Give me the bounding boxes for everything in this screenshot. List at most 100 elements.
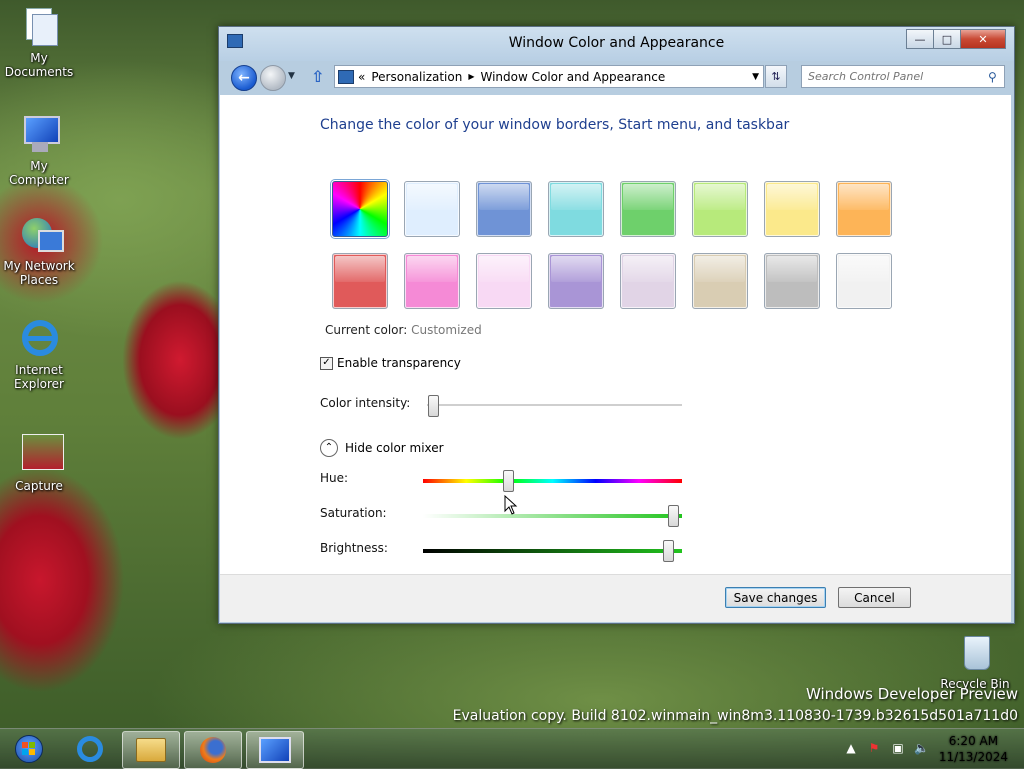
hide-color-mixer-label: Hide color mixer: [345, 441, 444, 455]
hue-label: Hue:: [320, 471, 349, 485]
color-swatch-slate[interactable]: [836, 253, 892, 309]
close-button[interactable]: ✕: [960, 29, 1006, 49]
color-swatch-sky[interactable]: [404, 181, 460, 237]
save-changes-button[interactable]: Save changes: [725, 587, 826, 608]
breadcrumb-window-color[interactable]: Window Color and Appearance: [480, 70, 665, 84]
maximize-button[interactable]: □: [933, 29, 961, 49]
search-icon[interactable]: ⚲: [988, 70, 997, 84]
desktop-icon-my-documents[interactable]: My Documents: [0, 6, 78, 79]
window-title: Window Color and Appearance: [508, 35, 725, 51]
color-swatch-leaf[interactable]: [620, 181, 676, 237]
navigation-bar: ← ▼ ⇧ « Personalization ▶ Window Color a…: [219, 61, 1014, 91]
desktop-icon-label: My Computer: [9, 159, 69, 187]
forward-button[interactable]: [260, 65, 286, 91]
taskbar-control-panel[interactable]: [246, 731, 304, 769]
desktop-icon-recycle-bin[interactable]: Recycle Bin: [936, 632, 1014, 691]
chevron-right-icon[interactable]: ▶: [468, 72, 474, 81]
back-button[interactable]: ←: [231, 65, 257, 91]
current-color: Current color: Customized: [325, 323, 482, 337]
brightness-slider-thumb[interactable]: [663, 540, 674, 562]
hue-slider-thumb[interactable]: [503, 470, 514, 492]
arrow-left-icon: ←: [238, 70, 250, 86]
desktop-icon-internet-explorer[interactable]: Internet Explorer: [0, 318, 78, 391]
firefox-icon: [200, 737, 226, 763]
color-swatch-taupe[interactable]: [692, 253, 748, 309]
color-intensity-label: Color intensity:: [320, 396, 411, 410]
taskbar-firefox[interactable]: [184, 731, 242, 769]
page-heading: Change the color of your window borders,…: [320, 117, 790, 133]
brightness-track[interactable]: [423, 549, 682, 553]
color-swatch-violet[interactable]: [548, 253, 604, 309]
breadcrumb-personalization[interactable]: Personalization: [371, 70, 462, 84]
watermark-title: Windows Developer Preview: [805, 685, 1018, 703]
search-input[interactable]: [802, 69, 988, 84]
taskbar-windows-explorer[interactable]: [122, 731, 180, 769]
address-bar[interactable]: « Personalization ▶ Window Color and App…: [334, 65, 764, 88]
cancel-button[interactable]: Cancel: [838, 587, 911, 608]
control-panel-window: Window Color and Appearance — □ ✕ ← ▼ ⇧ …: [218, 26, 1015, 624]
breadcrumb-prefix[interactable]: «: [358, 70, 365, 84]
documents-icon: [18, 6, 60, 48]
enable-transparency-checkbox[interactable]: ✓: [320, 356, 333, 370]
recycle-bin-icon: [954, 632, 996, 674]
network-icon[interactable]: ▣: [891, 741, 905, 755]
computer-icon: [18, 114, 60, 156]
desktop-icon-my-network-places[interactable]: My Network Places: [0, 214, 78, 287]
color-swatch-fuchsia[interactable]: [404, 253, 460, 309]
volume-icon[interactable]: 🔈: [914, 741, 929, 755]
color-swatch-customized[interactable]: [332, 181, 388, 237]
desktop-icon-capture[interactable]: Capture: [0, 434, 78, 493]
action-center-icon[interactable]: ⚑: [867, 741, 881, 755]
refresh-button[interactable]: ⇅: [765, 65, 787, 88]
desktop-icon-label: Capture: [15, 479, 63, 493]
color-swatch-lemon[interactable]: [764, 181, 820, 237]
color-swatch-pumpkin[interactable]: [836, 181, 892, 237]
internet-explorer-icon: [77, 736, 103, 762]
saturation-track[interactable]: [423, 514, 682, 518]
desktop-icon-label: Internet Explorer: [14, 363, 64, 391]
up-arrow-icon[interactable]: ⇧: [311, 67, 329, 86]
show-hidden-icons-icon[interactable]: ▲: [844, 741, 858, 755]
watermark-build: Evaluation copy. Build 8102.winmain_win8…: [452, 708, 1018, 724]
color-swatch-lime[interactable]: [692, 181, 748, 237]
color-swatch-ruby[interactable]: [332, 253, 388, 309]
mouse-cursor-icon: [504, 495, 518, 515]
title-bar[interactable]: Window Color and Appearance — □ ✕: [219, 27, 1014, 61]
chevron-up-icon: ⌃: [320, 439, 338, 457]
color-swatch-lavender[interactable]: [620, 253, 676, 309]
chevron-down-icon[interactable]: ▼: [752, 72, 759, 82]
color-swatch-chocolate[interactable]: [764, 253, 820, 309]
clock-time: 6:20 AM: [948, 734, 999, 748]
saturation-label: Saturation:: [320, 506, 387, 520]
control-panel-icon: [259, 737, 291, 763]
color-swatch-blush[interactable]: [476, 253, 532, 309]
hue-track[interactable]: [423, 479, 682, 483]
enable-transparency-row[interactable]: ✓ Enable transparency: [320, 356, 461, 370]
color-intensity-track[interactable]: [427, 404, 682, 406]
desktop-icon-my-computer[interactable]: My Computer: [0, 114, 78, 187]
clock-date: 11/13/2024: [938, 750, 1008, 764]
taskbar-internet-explorer[interactable]: [62, 731, 118, 767]
color-intensity-slider-thumb[interactable]: [428, 395, 439, 417]
network-icon: [18, 214, 64, 256]
image-file-icon: [18, 434, 64, 476]
color-swatch-sea[interactable]: [548, 181, 604, 237]
caption-buttons: — □ ✕: [906, 29, 1006, 49]
enable-transparency-label: Enable transparency: [337, 356, 461, 370]
start-button[interactable]: [2, 729, 56, 769]
search-box: ⚲: [801, 65, 1005, 88]
saturation-slider-thumb[interactable]: [668, 505, 679, 527]
minimize-button[interactable]: —: [906, 29, 934, 49]
folder-icon: [136, 738, 166, 762]
taskbar: ▲ ⚑ ▣ 🔈 6:20 AM 11/13/2024: [0, 728, 1024, 769]
brightness-label: Brightness:: [320, 541, 388, 555]
desktop-icon-label: My Network Places: [3, 259, 75, 287]
main-content: Change the color of your window borders,…: [220, 95, 1011, 574]
color-swatch-twilight[interactable]: [476, 181, 532, 237]
desktop-icon-label: My Documents: [4, 51, 74, 79]
clock[interactable]: 6:20 AM 11/13/2024: [939, 733, 1008, 765]
current-color-label: Current color:: [325, 323, 408, 337]
internet-explorer-icon: [18, 318, 60, 360]
recent-pages-dropdown-icon[interactable]: ▼: [288, 71, 295, 81]
hide-color-mixer-toggle[interactable]: ⌃ Hide color mixer: [320, 439, 444, 457]
